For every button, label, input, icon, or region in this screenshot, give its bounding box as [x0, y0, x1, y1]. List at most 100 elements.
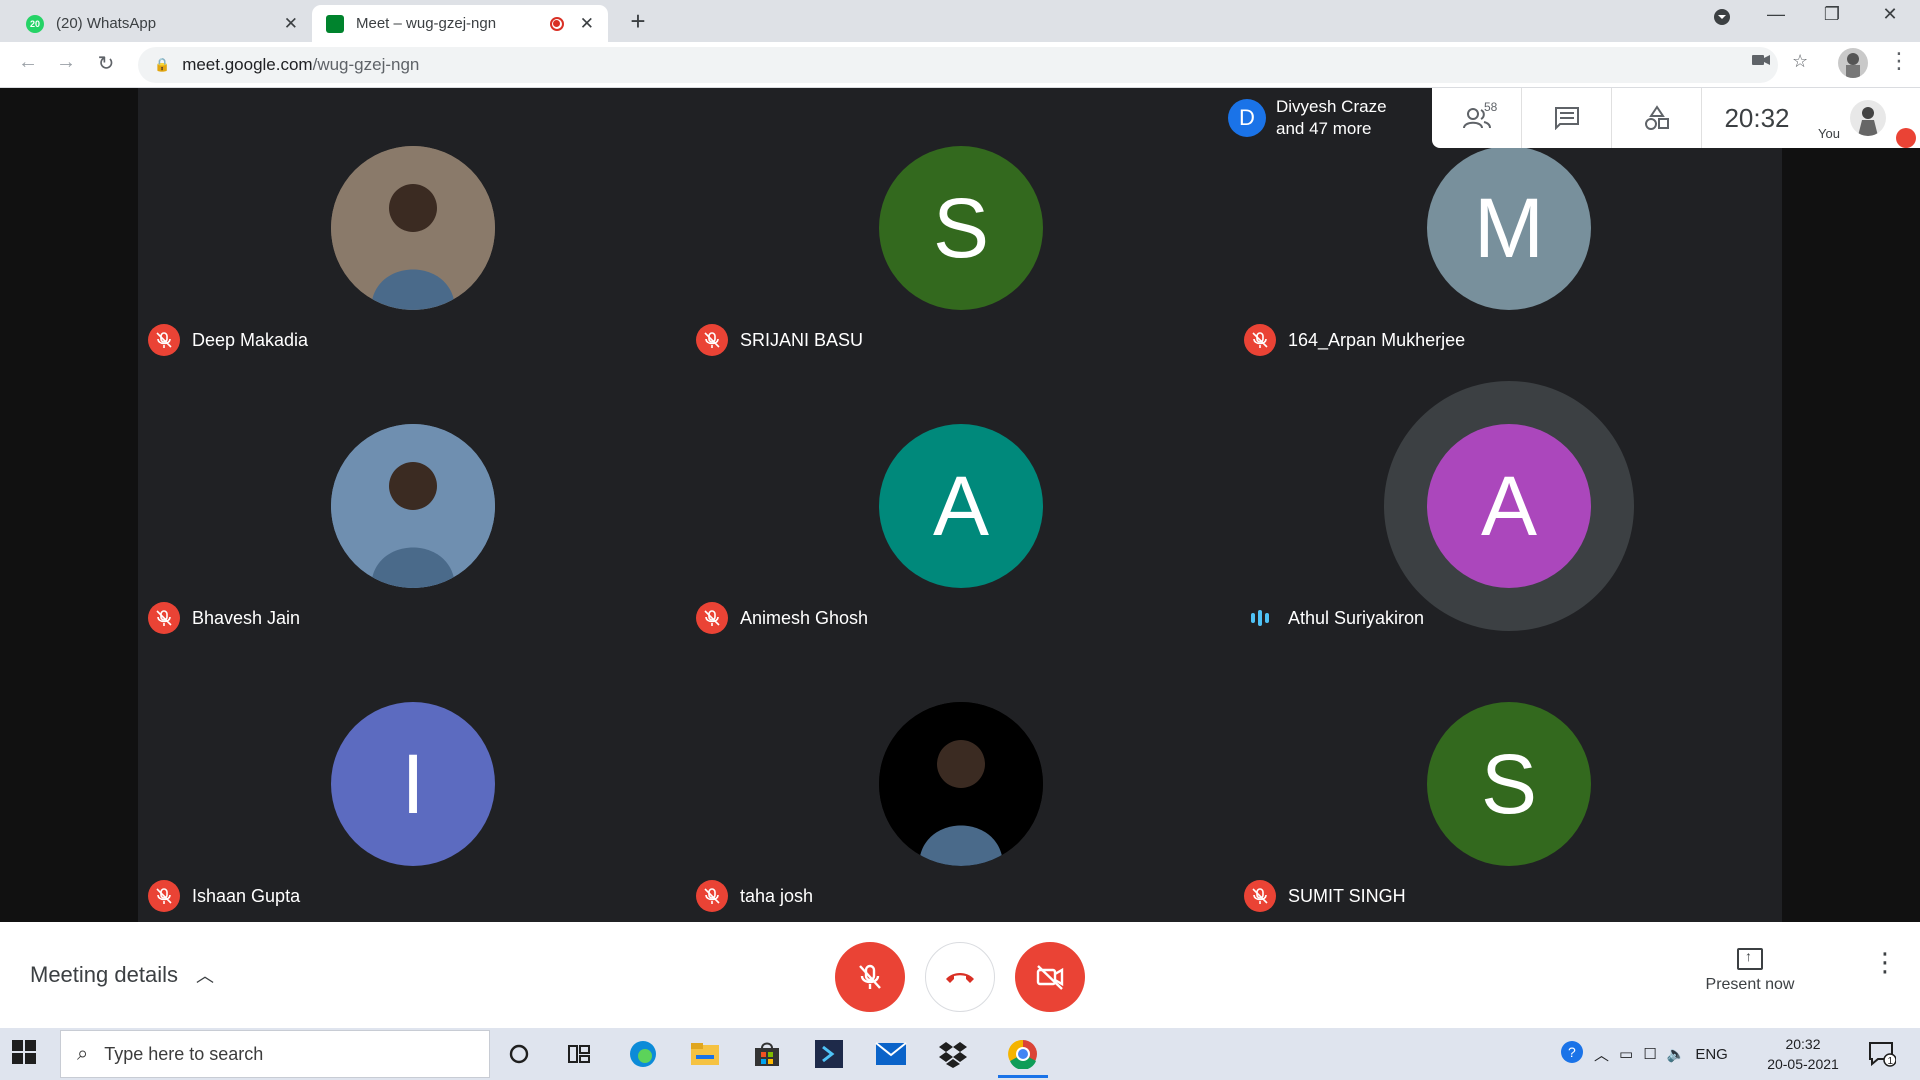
participant-tile[interactable]: Deep Makadia [138, 88, 686, 366]
close-tab-icon[interactable]: ✕ [284, 14, 298, 34]
audio-level-icon [1244, 602, 1276, 634]
url-path: /wug-gzej-ngn [312, 55, 420, 74]
notification-center-icon[interactable]: 1 [1868, 1040, 1897, 1068]
avatar-initial: M [1474, 180, 1544, 275]
participant-avatar [879, 702, 1043, 866]
mic-off-icon [696, 880, 728, 912]
task-view-icon[interactable] [562, 1037, 596, 1071]
chevron-up-icon[interactable]: ︿ [1594, 1044, 1609, 1065]
more-options-icon[interactable]: ⋮ [1872, 949, 1898, 975]
presenter-chip[interactable]: D Divyesh Craze and 47 more [1218, 88, 1432, 148]
participant-name: taha josh [740, 885, 814, 906]
participant-tile[interactable]: I Ishaan Gupta [138, 644, 686, 922]
participant-avatar: M [1427, 146, 1591, 310]
language-indicator[interactable]: ENG [1695, 1046, 1728, 1063]
cortana-icon[interactable] [502, 1037, 536, 1071]
participant-avatar: S [879, 146, 1043, 310]
back-icon[interactable]: ← [14, 51, 42, 74]
participant-avatar: A [1427, 424, 1591, 588]
present-now-label: Present now [1705, 976, 1795, 993]
file-explorer-icon[interactable] [688, 1037, 722, 1071]
chevron-up-icon: ︿ [195, 966, 214, 986]
powershell-icon[interactable] [812, 1037, 846, 1071]
network-icon[interactable]: ☐ [1643, 1045, 1656, 1063]
participant-name: Animesh Ghosh [740, 607, 869, 628]
bookmark-star-icon[interactable]: ☆ [1792, 51, 1808, 72]
participant-avatar [331, 146, 495, 310]
restore-icon[interactable]: ❐ [1812, 4, 1852, 25]
taskbar-clock[interactable]: 20:32 20-05-2021 [1758, 1034, 1848, 1074]
browser-tab-bar: 20 (20) WhatsApp ✕ Meet – wug-gzej-ngn ✕… [0, 0, 1920, 42]
chat-button[interactable] [1522, 88, 1612, 148]
new-tab-button[interactable]: + [622, 6, 654, 37]
self-mic-off-icon [1896, 128, 1916, 148]
presenter-avatar: D [1228, 99, 1266, 137]
participant-tile[interactable]: S SUMIT SINGH [1234, 644, 1782, 922]
svg-text:?: ? [1568, 1044, 1576, 1060]
camera-off-icon [1036, 965, 1064, 990]
mail-icon[interactable] [874, 1037, 908, 1071]
presenter-others: and 47 more [1276, 119, 1372, 138]
close-tab-icon[interactable]: ✕ [580, 14, 594, 34]
participant-grid: Deep Makadia S SRIJANI BASU M 164_Arpan Mukh… [138, 88, 1782, 922]
avatar-initial: S [1480, 736, 1538, 831]
participant-avatar: A [879, 424, 1043, 588]
volume-icon[interactable]: 🔈 [1667, 1045, 1686, 1063]
dropbox-icon[interactable] [936, 1037, 970, 1071]
profile-avatar[interactable] [1838, 48, 1868, 78]
recording-icon [549, 16, 564, 31]
right-margin [1782, 88, 1920, 922]
participant-avatar: I [331, 702, 495, 866]
lock-icon: 🔒 [154, 57, 171, 72]
taskbar-search[interactable]: ⌕ Type here to search [60, 1030, 490, 1078]
participant-name: SRIJANI BASU [740, 329, 864, 350]
chrome-menu-icon[interactable]: ⋮ [1888, 48, 1910, 74]
participant-tile[interactable]: A Athul Suriyakiron [1234, 366, 1782, 644]
activities-button[interactable] [1612, 88, 1702, 148]
chrome-taskbar-icon[interactable] [998, 1032, 1048, 1078]
windows-start-icon[interactable] [12, 1040, 52, 1070]
camera-in-use-icon[interactable] [1752, 51, 1770, 72]
participant-tile[interactable]: A Animesh Ghosh [686, 366, 1234, 644]
google-meet-icon [326, 14, 344, 33]
whatsapp-icon: 20 [26, 14, 44, 33]
battery-icon[interactable]: ▭ [1619, 1045, 1633, 1063]
forward-icon[interactable]: → [52, 51, 80, 74]
participant-tile[interactable]: Bhavesh Jain [138, 366, 686, 644]
you-label: You [1818, 126, 1840, 141]
tab-search-icon[interactable] [1702, 8, 1742, 31]
participant-name: Bhavesh Jain [192, 607, 301, 628]
url-input[interactable]: 🔒 meet.google.com/wug-gzej-ngn [138, 47, 1778, 83]
participant-name: Deep Makadia [192, 329, 309, 350]
mic-off-icon [1244, 880, 1276, 912]
meeting-details-button[interactable]: Meeting details ︿ [30, 962, 214, 988]
participant-namebar: Animesh Ghosh [696, 602, 868, 634]
avatar-initial: A [932, 458, 990, 553]
minimize-icon[interactable]: — [1756, 4, 1796, 25]
camera-toggle-button[interactable] [1015, 942, 1085, 1012]
edge-icon[interactable] [626, 1037, 660, 1071]
participant-name: Ishaan Gupta [192, 885, 301, 906]
notification-count: 1 [1888, 1056, 1894, 1067]
system-tray: ? ︿ ▭ ☐ 🔈 ENG [1560, 1028, 1728, 1080]
url-domain: meet.google.com [182, 55, 313, 74]
mic-toggle-button[interactable] [835, 942, 905, 1012]
help-icon[interactable]: ? [1560, 1040, 1584, 1068]
present-now-button[interactable]: Present now [1690, 948, 1810, 994]
mic-off-icon [1244, 324, 1276, 356]
close-window-icon[interactable]: ✕ [1870, 4, 1910, 25]
participant-namebar: SUMIT SINGH [1244, 880, 1406, 912]
reload-icon[interactable]: ↻ [92, 51, 120, 76]
leave-call-button[interactable] [925, 942, 995, 1012]
tab-whatsapp[interactable]: 20 (20) WhatsApp ✕ [12, 5, 312, 42]
mic-off-icon [148, 324, 180, 356]
search-icon: ⌕ [77, 1042, 89, 1065]
mic-off-icon [148, 602, 180, 634]
avatar-initial: I [401, 736, 425, 831]
store-icon[interactable] [750, 1037, 784, 1071]
participant-tile[interactable]: taha josh [686, 644, 1234, 922]
participant-tile[interactable]: S SRIJANI BASU [686, 88, 1234, 366]
tab-meet[interactable]: Meet – wug-gzej-ngn ✕ [312, 5, 608, 42]
people-button[interactable]: 58 [1432, 88, 1522, 148]
self-avatar[interactable] [1850, 100, 1886, 136]
